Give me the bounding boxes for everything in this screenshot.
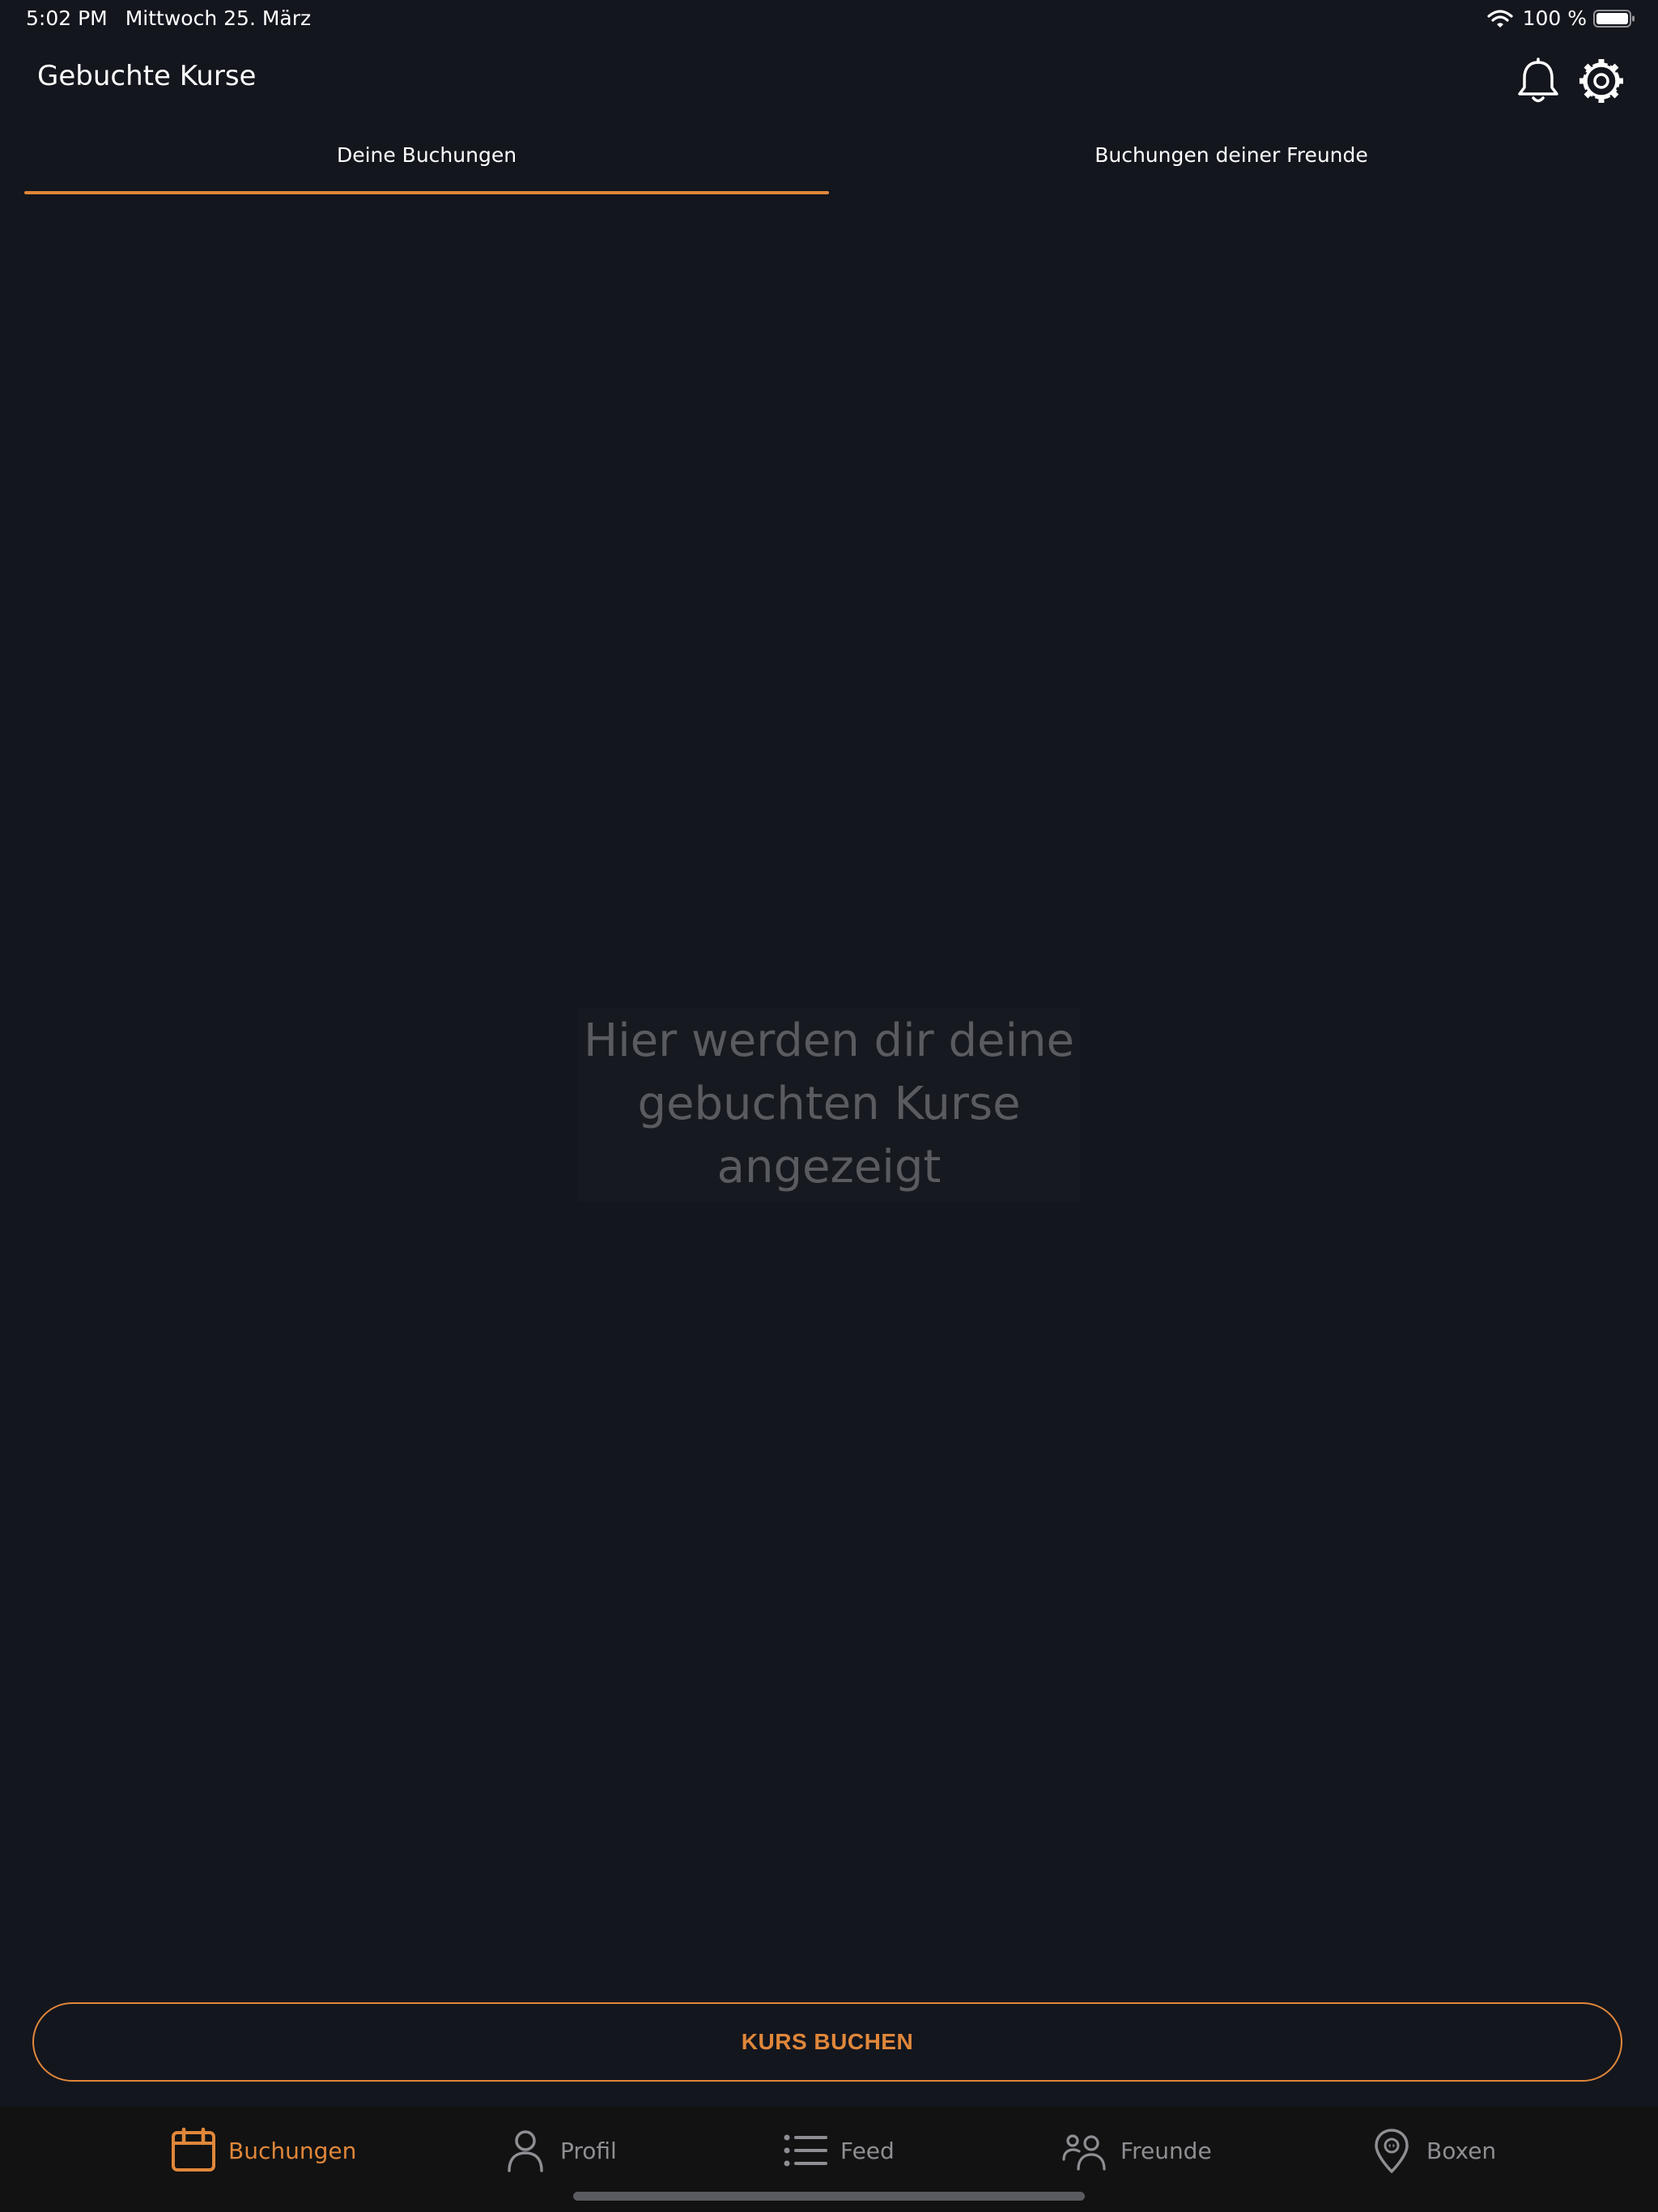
header: Gebuchte Kurse	[0, 49, 1658, 113]
tabbar-item-feed[interactable]: Feed	[782, 2126, 895, 2175]
tab-deine-buchungen[interactable]: Deine Buchungen	[24, 130, 829, 196]
page-title: Gebuchte Kurse	[37, 60, 257, 92]
people-icon	[1062, 2134, 1106, 2171]
battery-icon	[1593, 9, 1635, 28]
tabbar-label-buchungen: Buchungen	[228, 2137, 357, 2164]
tabbar-label-feed: Feed	[840, 2137, 895, 2164]
gear-icon[interactable]	[1575, 55, 1627, 107]
status-date: Mittwoch 25. März	[125, 6, 312, 30]
bell-icon[interactable]	[1512, 55, 1564, 107]
tabbar-item-buchungen[interactable]: Buchungen	[170, 2126, 356, 2175]
active-tab-indicator	[24, 191, 829, 194]
empty-state: Hier werden dir deine gebuchten Kurse an…	[578, 1007, 1080, 1202]
status-right: 100 %	[1486, 6, 1635, 30]
person-icon	[508, 2130, 543, 2172]
kurs-buchen-button[interactable]: KURS BUCHEN	[32, 2002, 1622, 2082]
list-icon	[784, 2134, 827, 2167]
home-indicator	[573, 2192, 1085, 2201]
tabbar-item-freunde[interactable]: Freunde	[1062, 2126, 1212, 2175]
tab-buchungen-freunde[interactable]: Buchungen deiner Freunde	[829, 130, 1634, 196]
tabbar-label-boxen: Boxen	[1426, 2137, 1497, 2164]
tabbar-label-profil: Profil	[560, 2137, 617, 2164]
status-bar: 5:02 PM Mittwoch 25. März 100 %	[0, 0, 1658, 39]
calendar-icon	[172, 2127, 215, 2172]
segmented-tabs: Deine Buchungen Buchungen deiner Freunde	[0, 130, 1658, 196]
battery-percentage: 100 %	[1522, 6, 1587, 30]
status-left: 5:02 PM Mittwoch 25. März	[26, 6, 329, 30]
empty-state-message: Hier werden dir deine gebuchten Kurse an…	[584, 1015, 1074, 1193]
tabbar-item-profil[interactable]: Profil	[502, 2126, 617, 2175]
location-pin-icon	[1375, 2129, 1409, 2173]
tabbar-item-boxen[interactable]: Boxen	[1368, 2126, 1496, 2175]
tabbar-label-freunde: Freunde	[1120, 2137, 1212, 2164]
wifi-icon	[1486, 9, 1513, 28]
status-time: 5:02 PM	[26, 6, 108, 30]
